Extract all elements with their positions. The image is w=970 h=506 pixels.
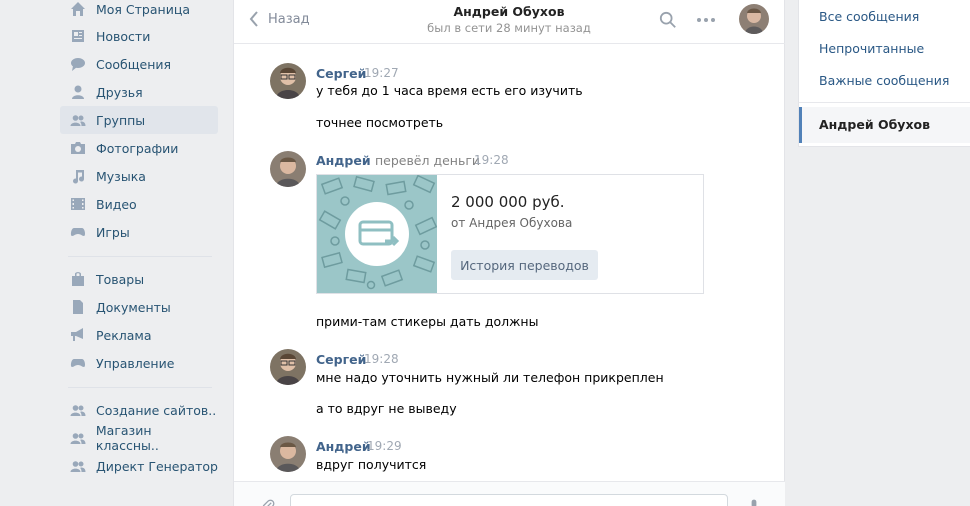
more-icon[interactable] xyxy=(696,10,716,30)
avatar[interactable] xyxy=(270,151,306,187)
message-author: Андрей перевёл деньги xyxy=(316,153,480,168)
gamepad-icon xyxy=(60,224,96,240)
chat-title[interactable]: Андрей Обухов xyxy=(384,4,634,19)
sidebar-item-photos[interactable]: Фотографии xyxy=(60,134,218,162)
friends-icon xyxy=(60,84,96,100)
sidebar-item-ads[interactable]: Реклама xyxy=(60,321,218,349)
community-icon xyxy=(60,430,96,446)
sidebar-item-label: Игры xyxy=(96,224,130,240)
camera-icon xyxy=(60,140,96,156)
message-author[interactable]: Сергей xyxy=(316,66,366,81)
message-text: а то вдруг не выведу xyxy=(316,401,457,416)
folder-unread[interactable]: Непрочитанные xyxy=(819,41,924,56)
sidebar-item-label: Управление xyxy=(96,355,175,371)
avatar[interactable] xyxy=(270,63,306,99)
message-time[interactable]: 19:27 xyxy=(364,66,399,80)
sidebar-item-label: Директ Генератор xyxy=(96,458,218,474)
message-author[interactable]: Андрей xyxy=(316,439,371,454)
sidebar-divider xyxy=(68,387,212,388)
back-label: Назад xyxy=(268,11,310,27)
sidebar-item-label: Товары xyxy=(96,271,145,287)
message-input[interactable] xyxy=(290,494,728,506)
sidebar-item-games[interactable]: Игры xyxy=(60,218,218,246)
transfer-action: перевёл деньги xyxy=(374,153,481,168)
attach-icon[interactable] xyxy=(258,496,278,506)
sidebar-item-label: Новости xyxy=(96,28,151,44)
video-icon xyxy=(60,196,96,212)
transfer-history-button[interactable]: История переводов xyxy=(451,250,598,280)
community-icon xyxy=(60,458,96,474)
megaphone-icon xyxy=(60,327,96,343)
messages-icon xyxy=(60,56,96,72)
folder-divider xyxy=(799,102,970,103)
microphone-icon[interactable] xyxy=(744,496,764,506)
sidebar-divider xyxy=(68,256,212,257)
sidebar-item-documents[interactable]: Документы xyxy=(60,293,218,321)
message-time[interactable]: 19:28 xyxy=(474,153,509,167)
message-time[interactable]: 19:29 xyxy=(367,439,402,453)
community-icon xyxy=(60,402,96,418)
folder-active-chat[interactable]: Андрей Обухов xyxy=(799,107,970,143)
message-text: вдруг получится xyxy=(316,457,427,472)
author-name[interactable]: Андрей xyxy=(316,153,371,168)
chat-header: Назад Андрей Обухов был в сети 28 минут … xyxy=(234,0,785,44)
sidebar-item-community-shop[interactable]: Магазин классны.. xyxy=(60,423,218,453)
home-icon xyxy=(60,1,96,17)
avatar[interactable] xyxy=(739,4,769,34)
back-button[interactable]: Назад xyxy=(248,9,310,29)
message-text: у тебя до 1 часа время есть его изучить xyxy=(316,83,583,98)
sidebar-item-community-direct[interactable]: Директ Генератор xyxy=(60,452,218,480)
avatar[interactable] xyxy=(270,349,306,385)
sidebar-item-groups[interactable]: Группы xyxy=(60,106,218,134)
sidebar-item-friends[interactable]: Друзья xyxy=(60,78,218,106)
bag-icon xyxy=(60,271,96,287)
sidebar-item-community-sites[interactable]: Создание сайтов.. xyxy=(60,396,218,424)
money-transfer-card[interactable]: 2 000 000 руб. от Андрея Обухова История… xyxy=(316,174,704,294)
avatar[interactable] xyxy=(270,436,306,472)
sidebar-item-news[interactable]: Новости xyxy=(60,22,218,50)
chevron-left-icon xyxy=(249,11,258,27)
sidebar-item-label: Музыка xyxy=(96,168,146,184)
gamepad-icon xyxy=(60,355,96,371)
sidebar-item-label: Документы xyxy=(96,299,171,315)
sidebar-item-label: Реклама xyxy=(96,327,152,343)
sidebar-item-label: Сообщения xyxy=(96,56,172,72)
search-icon[interactable] xyxy=(658,10,678,30)
sidebar-item-video[interactable]: Видео xyxy=(60,190,218,218)
sidebar-item-label: Фотографии xyxy=(96,140,179,156)
message-text: прими-там стикеры дать должны xyxy=(316,314,539,329)
sidebar-item-label: Друзья xyxy=(96,84,143,100)
sidebar-item-messages[interactable]: Сообщения xyxy=(60,50,218,78)
sidebar-item-label: Магазин классны.. xyxy=(95,423,159,453)
document-icon xyxy=(60,299,96,315)
active-chat-label: Андрей Обухов xyxy=(819,117,931,132)
sidebar-item-label: Моя Страница xyxy=(96,1,190,17)
sidebar-item-management[interactable]: Управление xyxy=(60,349,218,377)
news-icon xyxy=(60,28,96,44)
message-composer xyxy=(234,481,785,506)
last-seen-status: был в сети 28 минут назад xyxy=(427,21,591,35)
message-text: мне надо уточнить нужный ли телефон прик… xyxy=(316,370,664,385)
sidebar-item-label: Группы xyxy=(96,112,146,128)
transfer-sender: от Андрея Обухова xyxy=(451,216,573,230)
message-time[interactable]: 19:28 xyxy=(364,352,399,366)
message-text: точнее посмотреть xyxy=(316,115,444,130)
chat-panel: Назад Андрей Обухов был в сети 28 минут … xyxy=(233,0,785,506)
music-icon xyxy=(60,168,96,184)
message-author[interactable]: Сергей xyxy=(316,352,366,367)
sidebar-item-music[interactable]: Музыка xyxy=(60,162,218,190)
transfer-amount: 2 000 000 руб. xyxy=(451,193,565,211)
transfer-illustration xyxy=(317,175,437,293)
sidebar-item-goods[interactable]: Товары xyxy=(60,265,218,293)
sidebar-item-my-page[interactable]: Моя Страница xyxy=(60,0,218,23)
message-folders: Все сообщения Непрочитанные Важные сообщ… xyxy=(798,0,970,147)
folder-all-messages[interactable]: Все сообщения xyxy=(819,9,919,24)
folder-important[interactable]: Важные сообщения xyxy=(819,73,949,88)
groups-icon xyxy=(60,112,96,128)
sidebar-item-label: Видео xyxy=(96,196,137,212)
sidebar-item-label: Создание сайтов.. xyxy=(96,402,217,418)
